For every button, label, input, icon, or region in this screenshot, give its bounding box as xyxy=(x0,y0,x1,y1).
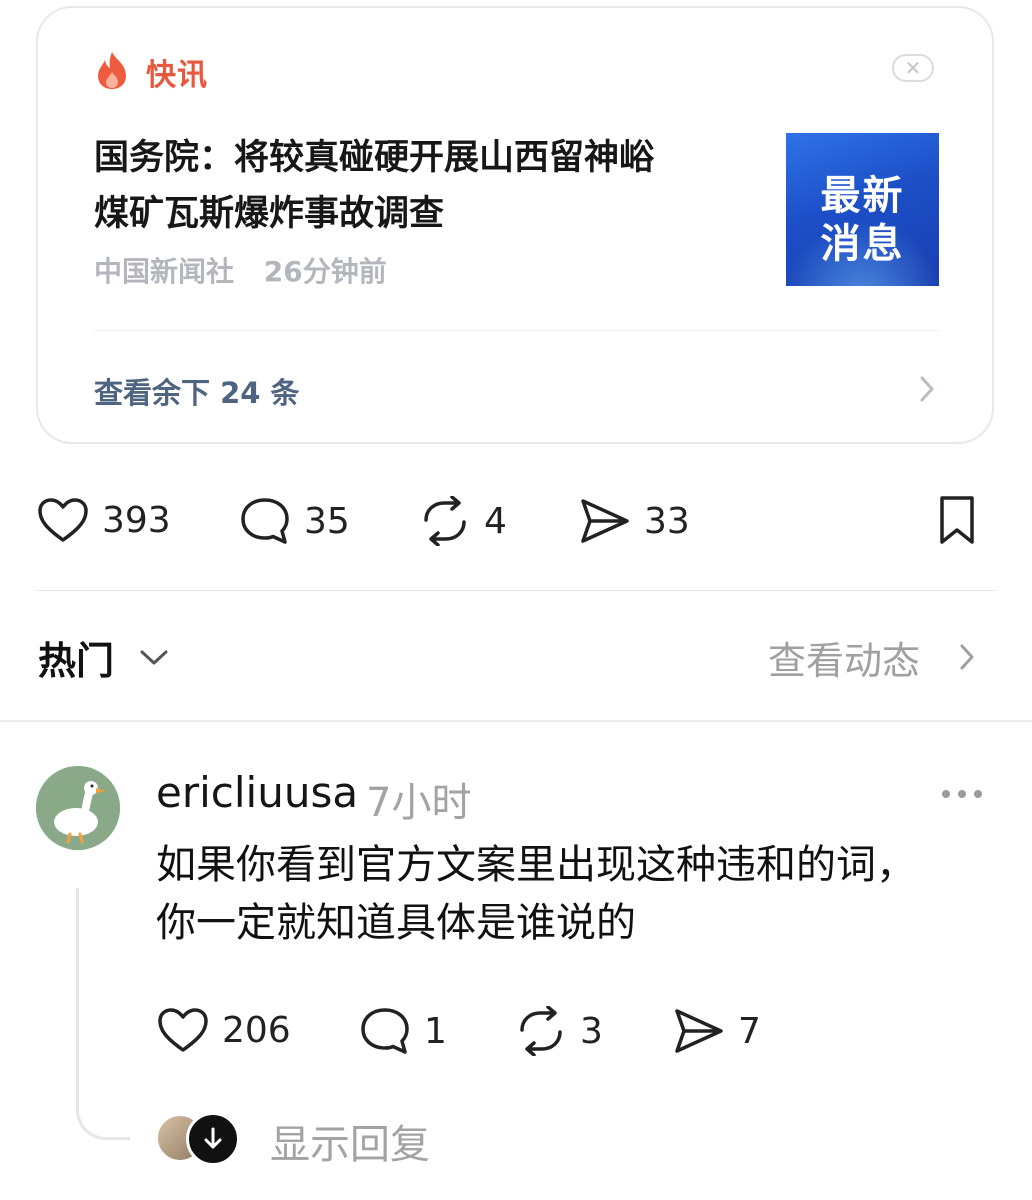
avatar[interactable] xyxy=(36,766,120,850)
comment-button[interactable]: 35 xyxy=(238,496,350,546)
comment-text-line-2: 你一定就知道具体是谁说的 xyxy=(156,900,636,946)
comment-repost-button[interactable]: 3 xyxy=(514,1006,603,1056)
repost-icon xyxy=(520,1006,562,1056)
section-divider xyxy=(0,720,1032,722)
comment-reply-count: 1 xyxy=(424,1010,447,1052)
comment-like-button[interactable]: 206 xyxy=(156,1006,291,1054)
send-icon xyxy=(581,499,629,543)
comment-username[interactable]: ericliuusa xyxy=(156,768,358,817)
comment-count: 35 xyxy=(304,500,350,542)
comment-bubble-icon xyxy=(361,1008,409,1054)
view-remaining-link[interactable]: 查看余下 24 条 xyxy=(94,370,300,412)
news-meta: 中国新闻社 26分钟前 xyxy=(94,250,387,290)
like-button[interactable]: 393 xyxy=(36,496,171,544)
view-activity-link[interactable]: 查看动态 xyxy=(768,630,920,685)
thread-line xyxy=(76,888,130,1140)
arrow-down-icon xyxy=(204,1127,222,1149)
like-count: 393 xyxy=(102,499,171,541)
news-brand-label: 快讯 xyxy=(146,58,208,93)
comment-text-line-1: 如果你看到官方文案里出现这种违和的词， xyxy=(156,842,916,888)
chevron-right-icon[interactable] xyxy=(956,640,978,674)
comment-time: 7小时 xyxy=(366,780,472,826)
comment-repost-count: 3 xyxy=(580,1010,603,1052)
news-time: 26分钟前 xyxy=(263,255,387,288)
share-count: 33 xyxy=(644,500,690,542)
news-headline[interactable]: 国务院：将较真碰硬开展山西留神峪 煤矿瓦斯爆炸事故调查 xyxy=(94,130,754,242)
chevron-right-icon[interactable] xyxy=(916,372,938,406)
news-source: 中国新闻社 xyxy=(94,255,235,288)
goose-avatar-icon xyxy=(36,766,120,850)
reply-expand-button[interactable] xyxy=(186,1112,240,1166)
divider xyxy=(36,590,996,591)
close-button[interactable]: ✕ xyxy=(892,54,934,82)
card-divider xyxy=(94,330,939,331)
comment-text: 如果你看到官方文案里出现这种违和的词， 你一定就知道具体是谁说的 xyxy=(156,836,996,952)
flame-icon xyxy=(98,52,126,89)
headline-line-2: 煤矿瓦斯爆炸事故调查 xyxy=(94,194,445,234)
comment-bubble-icon xyxy=(241,498,289,544)
headline-line-1: 国务院：将较真碰硬开展山西留神峪 xyxy=(94,138,655,178)
comment-like-count: 206 xyxy=(222,1009,291,1051)
comment-share-count: 7 xyxy=(738,1010,761,1052)
send-icon xyxy=(675,1009,723,1053)
repost-button[interactable]: 4 xyxy=(418,496,507,546)
comment-share-button[interactable]: 7 xyxy=(672,1006,761,1056)
news-thumbnail[interactable]: 最新 消息 xyxy=(786,133,939,286)
more-options-icon[interactable] xyxy=(940,788,984,800)
chevron-down-icon[interactable] xyxy=(138,646,170,668)
heart-icon xyxy=(38,498,88,542)
close-icon: ✕ xyxy=(904,56,922,80)
thumbnail-text-2: 消息 xyxy=(820,221,905,267)
bookmark-icon[interactable] xyxy=(934,494,980,546)
show-replies-link[interactable]: 显示回复 xyxy=(270,1112,430,1170)
repost-icon xyxy=(424,496,466,546)
comment-reply-button[interactable]: 1 xyxy=(358,1006,447,1056)
share-button[interactable]: 33 xyxy=(578,496,690,546)
sort-hot-label[interactable]: 热门 xyxy=(38,630,114,685)
repost-count: 4 xyxy=(484,500,507,542)
heart-icon xyxy=(158,1008,208,1052)
